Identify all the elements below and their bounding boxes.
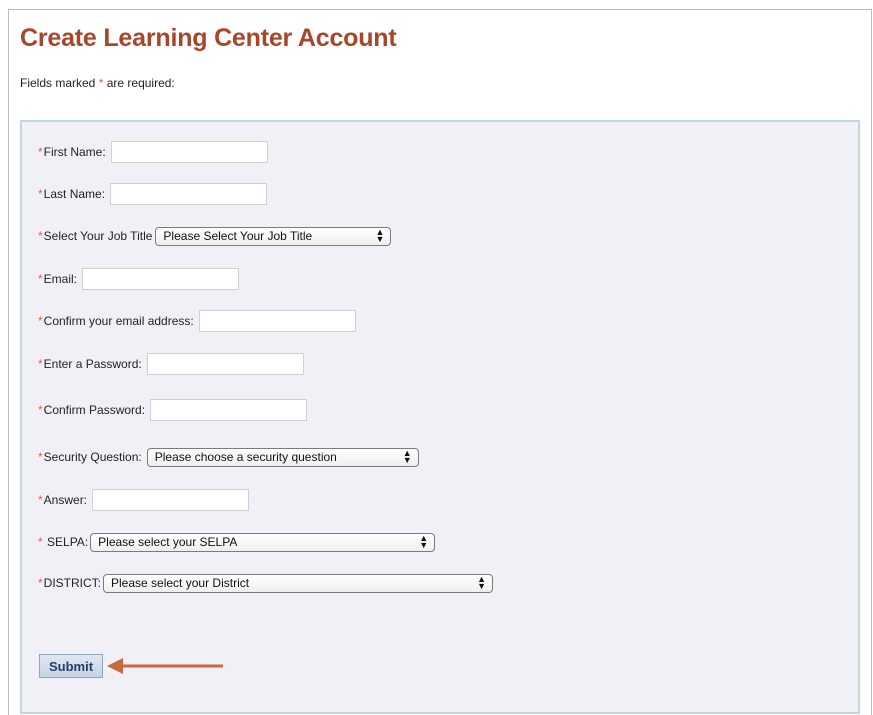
left-arrow-icon bbox=[107, 658, 223, 674]
required-star: * bbox=[98, 76, 104, 90]
district-selected: Please select your District bbox=[111, 576, 250, 590]
confirm-email-label: *Confirm your email address: bbox=[38, 314, 194, 328]
first-name-label: *First Name: bbox=[38, 145, 106, 159]
selpa-select[interactable]: Please select your SELPA ▲ ▼ bbox=[90, 532, 436, 552]
email-row: *Email: bbox=[38, 267, 240, 291]
answer-row: *Answer: bbox=[38, 488, 250, 512]
required-star: * bbox=[38, 576, 43, 590]
updown-chevron-icon: ▲ ▼ bbox=[375, 227, 385, 244]
first-name-row: *First Name: bbox=[38, 140, 268, 164]
required-star: * bbox=[38, 450, 43, 464]
updown-chevron-icon: ▲ ▼ bbox=[402, 448, 412, 465]
required-star: * bbox=[38, 145, 43, 159]
password-label-text: Enter a Password: bbox=[43, 357, 142, 371]
selpa-row: * SELPA: Please select your SELPA ▲ ▼ bbox=[38, 530, 436, 554]
required-star: * bbox=[38, 272, 43, 286]
confirm-password-input[interactable] bbox=[150, 399, 308, 421]
required-star: * bbox=[38, 229, 43, 243]
selpa-label-text: SELPA: bbox=[47, 535, 89, 549]
password-label: *Enter a Password: bbox=[38, 357, 142, 371]
security-question-selected: Please choose a security question bbox=[154, 450, 337, 464]
required-star: * bbox=[38, 187, 43, 201]
last-name-label-text: Last Name: bbox=[43, 187, 106, 201]
security-question-select[interactable]: Please choose a security question ▲ ▼ bbox=[146, 447, 419, 467]
selpa-selected: Please select your SELPA bbox=[98, 535, 238, 549]
job-title-row: *Select Your Job Title Please Select You… bbox=[38, 224, 392, 248]
submit-button[interactable]: Submit bbox=[39, 654, 103, 678]
required-star: * bbox=[38, 403, 43, 417]
district-row: *DISTRICT: Please select your District ▲… bbox=[38, 571, 494, 595]
first-name-input[interactable] bbox=[110, 141, 268, 163]
security-question-row: *Security Question: Please choose a secu… bbox=[38, 445, 419, 469]
email-input[interactable] bbox=[82, 268, 240, 290]
password-row: *Enter a Password: bbox=[38, 352, 304, 376]
updown-chevron-icon: ▲ ▼ bbox=[419, 533, 429, 550]
security-question-label: *Security Question: bbox=[38, 450, 142, 464]
required-star: * bbox=[38, 535, 43, 549]
selpa-label: * SELPA: bbox=[38, 535, 88, 549]
last-name-label: *Last Name: bbox=[38, 187, 105, 201]
email-label: *Email: bbox=[38, 272, 77, 286]
district-label: *DISTRICT: bbox=[38, 576, 101, 590]
required-star: * bbox=[38, 357, 43, 371]
required-note-prefix: Fields marked bbox=[20, 76, 96, 90]
job-title-selected: Please Select Your Job Title bbox=[163, 229, 313, 243]
last-name-row: *Last Name: bbox=[38, 182, 268, 206]
confirm-email-label-text: Confirm your email address: bbox=[43, 314, 194, 328]
confirm-password-label: *Confirm Password: bbox=[38, 403, 145, 417]
last-name-input[interactable] bbox=[110, 183, 268, 205]
job-title-select[interactable]: Please Select Your Job Title ▲ ▼ bbox=[155, 226, 392, 246]
updown-chevron-icon: ▲ ▼ bbox=[477, 574, 487, 591]
email-label-text: Email: bbox=[43, 272, 78, 286]
district-select[interactable]: Please select your District ▲ ▼ bbox=[103, 573, 494, 593]
required-star: * bbox=[38, 493, 43, 507]
answer-label: *Answer: bbox=[38, 493, 87, 507]
security-question-label-text: Security Question: bbox=[43, 450, 142, 464]
first-name-label-text: First Name: bbox=[43, 145, 106, 159]
confirm-password-row: *Confirm Password: bbox=[38, 398, 308, 422]
page-title: Create Learning Center Account bbox=[20, 24, 397, 52]
job-title-label: *Select Your Job Title bbox=[38, 229, 152, 243]
confirm-email-row: *Confirm your email address: bbox=[38, 309, 356, 333]
district-label-text: DISTRICT: bbox=[43, 576, 102, 590]
answer-label-text: Answer: bbox=[43, 493, 88, 507]
required-star: * bbox=[38, 314, 43, 328]
required-note-suffix: are required: bbox=[106, 76, 175, 90]
required-note: Fields marked * are required: bbox=[20, 76, 175, 90]
answer-input[interactable] bbox=[92, 489, 250, 511]
password-input[interactable] bbox=[146, 353, 304, 375]
job-title-label-text: Select Your Job Title bbox=[43, 229, 153, 243]
confirm-password-label-text: Confirm Password: bbox=[43, 403, 146, 417]
confirm-email-input[interactable] bbox=[198, 310, 356, 332]
